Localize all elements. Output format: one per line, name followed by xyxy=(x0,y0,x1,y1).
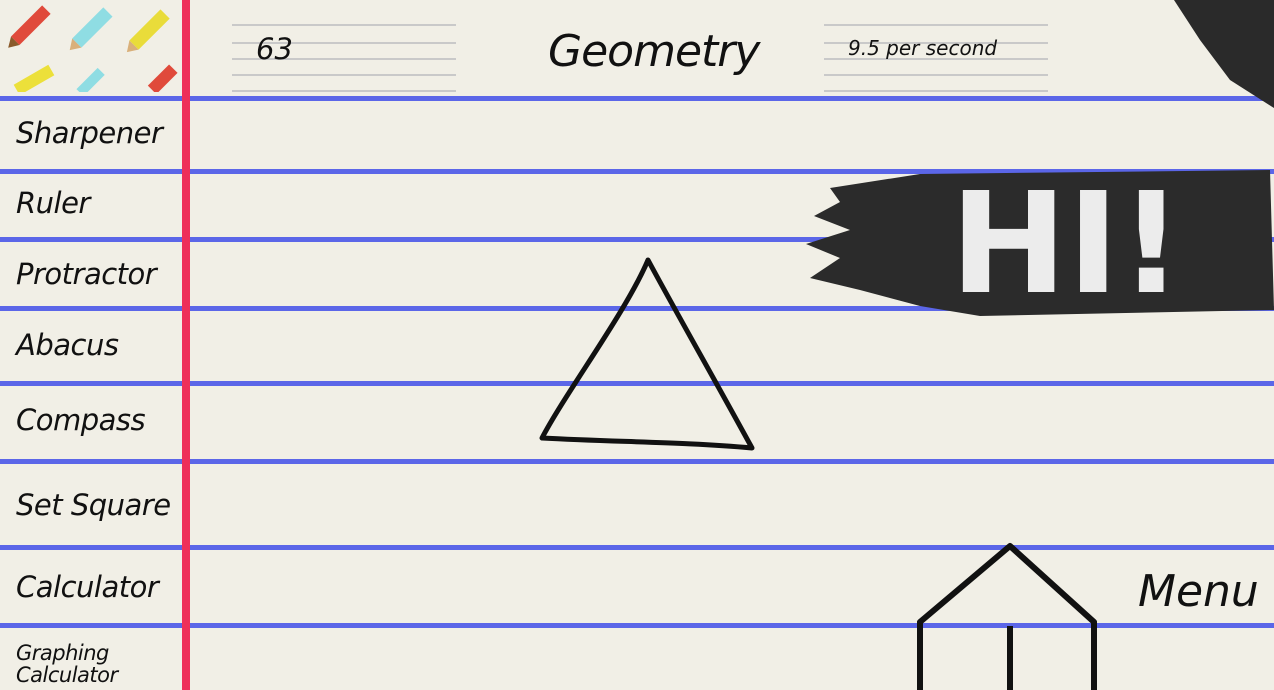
page-title: Geometry xyxy=(548,26,760,77)
sidebar-item-ruler[interactable]: Ruler xyxy=(16,186,90,220)
corner-decoration xyxy=(1174,0,1274,108)
margin-line xyxy=(182,0,190,690)
sidebar-item-protractor[interactable]: Protractor xyxy=(16,257,157,291)
sidebar-item-abacus[interactable]: Abacus xyxy=(16,328,119,362)
sidebar-item-set-square[interactable]: Set Square xyxy=(16,488,171,522)
count-value: 63 xyxy=(256,32,293,66)
count-note: 63 xyxy=(232,14,456,100)
hi-banner: HI! xyxy=(806,163,1274,318)
triangle-shape[interactable] xyxy=(536,252,760,456)
house-shape[interactable] xyxy=(906,538,1106,690)
sidebar-item-calculator[interactable]: Calculator xyxy=(16,570,159,604)
hi-banner-text: HI! xyxy=(950,163,1183,318)
menu-button[interactable]: Menu xyxy=(1138,566,1259,617)
rate-value: 9.5 per second xyxy=(848,36,998,60)
sidebar-item-compass[interactable]: Compass xyxy=(16,403,146,437)
sidebar-item-graphing-calculator[interactable]: Graphing Calculator xyxy=(16,642,126,686)
sidebar-item-sharpener[interactable]: Sharpener xyxy=(16,116,163,150)
ruled-line xyxy=(0,459,1274,464)
sidebar: Sharpener Ruler Protractor Abacus Compas… xyxy=(0,0,182,690)
ruled-line xyxy=(0,96,1274,101)
rate-note: 9.5 per second xyxy=(824,14,1048,100)
pencils-icon xyxy=(8,5,178,92)
